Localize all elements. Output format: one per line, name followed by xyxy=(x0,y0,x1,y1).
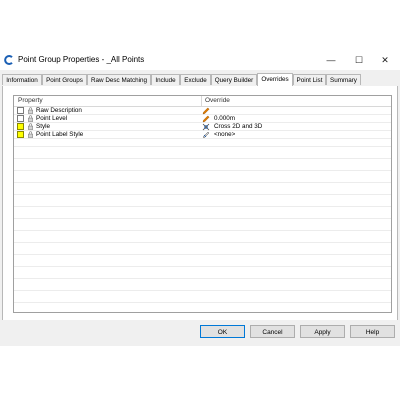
empty-row xyxy=(14,247,391,255)
lock-icon xyxy=(28,123,33,130)
label-style-icon[interactable] xyxy=(202,131,210,139)
pencil-icon[interactable] xyxy=(202,115,210,123)
override-value: 0.000m xyxy=(214,115,236,122)
ok-button[interactable]: OK xyxy=(200,325,245,338)
override-checkbox[interactable] xyxy=(17,123,24,130)
civil3d-app-icon xyxy=(4,55,13,65)
tab-overrides[interactable]: Overrides xyxy=(257,73,293,86)
tab-exclude[interactable]: Exclude xyxy=(180,74,211,85)
empty-row xyxy=(14,199,391,207)
empty-row xyxy=(14,139,391,147)
title-bar: Point Group Properties - _All Points — ☐… xyxy=(0,50,400,70)
maximize-button[interactable]: ☐ xyxy=(346,52,372,68)
override-checkbox[interactable] xyxy=(17,131,24,138)
empty-row xyxy=(14,283,391,291)
table-row[interactable]: Raw Description xyxy=(14,107,391,115)
property-name: Point Label Style xyxy=(36,131,84,138)
tab-point-groups[interactable]: Point Groups xyxy=(42,74,87,85)
column-header-override[interactable]: Override xyxy=(205,97,230,104)
point-style-icon[interactable] xyxy=(202,123,210,131)
override-checkbox[interactable] xyxy=(17,107,24,114)
tab-raw-desc-matching[interactable]: Raw Desc Matching xyxy=(87,74,151,85)
overrides-list: Property Override Raw Description Point … xyxy=(13,95,392,313)
empty-row xyxy=(14,259,391,267)
lock-icon xyxy=(28,131,33,138)
tab-summary[interactable]: Summary xyxy=(326,74,361,85)
help-button[interactable]: Help xyxy=(350,325,395,338)
property-name: Point Level xyxy=(36,115,68,122)
override-checkbox[interactable] xyxy=(17,115,24,122)
list-header: Property Override xyxy=(14,96,391,107)
empty-row xyxy=(14,235,391,243)
empty-row xyxy=(14,271,391,279)
column-header-property[interactable]: Property xyxy=(18,97,43,104)
override-value: Cross 2D and 3D xyxy=(214,123,263,130)
cancel-button[interactable]: Cancel xyxy=(250,325,295,338)
minimize-button[interactable]: — xyxy=(318,52,344,68)
window-title: Point Group Properties - _All Points xyxy=(18,55,145,64)
empty-row xyxy=(14,295,391,303)
property-name: Raw Description xyxy=(36,107,82,114)
property-name: Style xyxy=(36,123,50,130)
tab-include[interactable]: Include xyxy=(151,74,180,85)
apply-button[interactable]: Apply xyxy=(300,325,345,338)
table-row[interactable]: Style Cross 2D and 3D xyxy=(14,123,391,131)
empty-row xyxy=(14,187,391,195)
override-value: <none> xyxy=(214,131,236,138)
tab-point-list[interactable]: Point List xyxy=(293,74,326,85)
empty-row xyxy=(14,223,391,231)
column-separator[interactable] xyxy=(201,96,202,106)
empty-row xyxy=(14,211,391,219)
table-row[interactable]: Point Level 0.000m xyxy=(14,115,391,123)
point-group-properties-dialog: Point Group Properties - _All Points — ☐… xyxy=(0,50,400,346)
lock-icon xyxy=(28,107,33,114)
tab-query-builder[interactable]: Query Builder xyxy=(211,74,257,85)
empty-row xyxy=(14,163,391,171)
empty-row xyxy=(14,151,391,159)
tab-information[interactable]: Information xyxy=(2,74,42,85)
close-button[interactable]: ✕ xyxy=(372,52,398,68)
overrides-panel: Property Override Raw Description Point … xyxy=(2,86,398,320)
empty-row xyxy=(14,175,391,183)
pencil-icon[interactable] xyxy=(202,107,210,115)
lock-icon xyxy=(28,115,33,122)
table-row[interactable]: Point Label Style <none> xyxy=(14,131,391,139)
